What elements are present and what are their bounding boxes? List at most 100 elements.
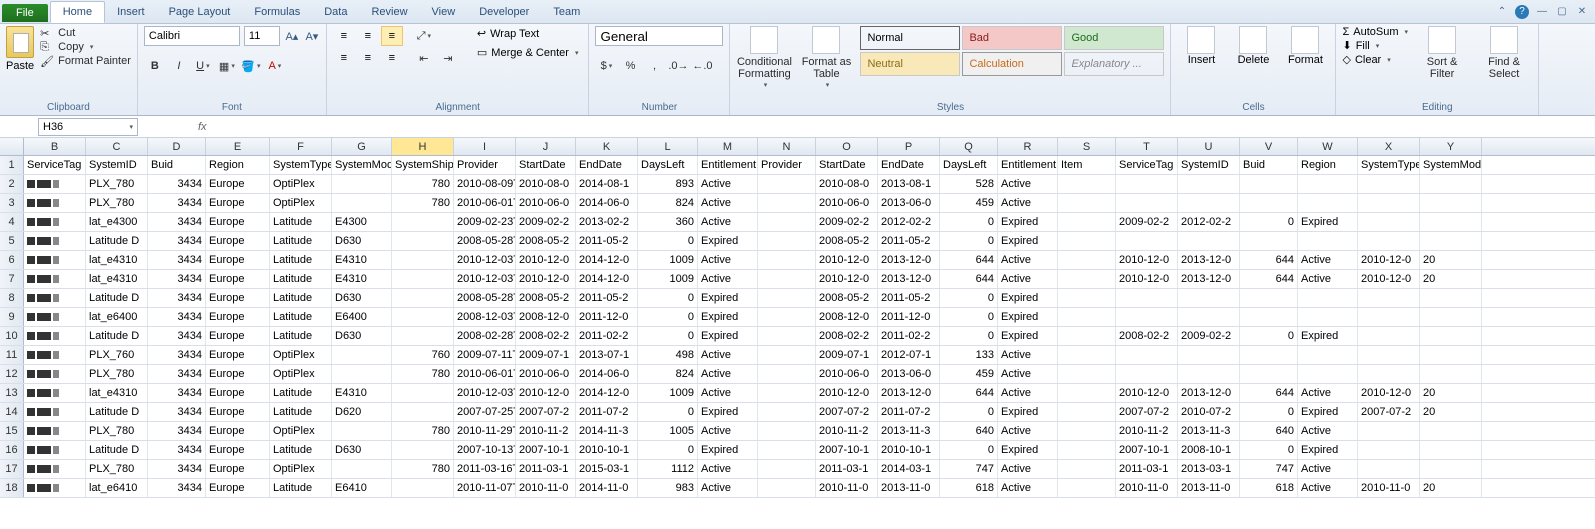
cell[interactable]: PLX_780 (86, 194, 148, 212)
percent-button[interactable]: % (619, 56, 641, 76)
cell[interactable]: Active (698, 251, 758, 269)
column-header-U[interactable]: U (1178, 138, 1240, 155)
cell[interactable]: 3434 (148, 270, 206, 288)
cell[interactable]: 2007-07-2 (816, 403, 878, 421)
cell[interactable]: 2010-06-0 (816, 194, 878, 212)
cell[interactable]: OptiPlex (270, 365, 332, 383)
header-cell[interactable]: EndDate (878, 156, 940, 174)
cell[interactable] (758, 175, 816, 193)
cell[interactable]: 2007-10-1 (816, 441, 878, 459)
cell[interactable] (1058, 232, 1116, 250)
cell[interactable] (1178, 175, 1240, 193)
cell[interactable]: 2010-12-03T18:00:00 (454, 251, 516, 269)
cell[interactable] (1058, 403, 1116, 421)
cell[interactable]: 0 (940, 327, 998, 345)
cell[interactable]: 2009-02-2 (516, 213, 576, 231)
italic-button[interactable]: I (168, 56, 190, 76)
tab-formulas[interactable]: Formulas (242, 2, 312, 22)
align-right-button[interactable]: ≡ (381, 48, 403, 68)
cell[interactable]: 2014-12-0 (576, 270, 638, 288)
column-header-T[interactable]: T (1116, 138, 1178, 155)
cell[interactable]: 459 (940, 365, 998, 383)
column-header-C[interactable]: C (86, 138, 148, 155)
cell[interactable]: 0 (940, 213, 998, 231)
cell[interactable] (1420, 422, 1482, 440)
row-header[interactable]: 3 (0, 194, 24, 212)
cell[interactable]: 0 (638, 327, 698, 345)
cell[interactable]: E4300 (332, 213, 392, 231)
cell[interactable]: 780 (392, 422, 454, 440)
wrap-text-button[interactable]: ↩Wrap Text (473, 26, 583, 41)
align-middle-button[interactable]: ≡ (357, 26, 379, 46)
cell[interactable] (1358, 460, 1420, 478)
cell[interactable]: 618 (940, 479, 998, 497)
column-header-E[interactable]: E (206, 138, 270, 155)
cell[interactable]: 644 (1240, 251, 1298, 269)
cell[interactable]: Expired (698, 441, 758, 459)
cell[interactable]: Active (698, 194, 758, 212)
cell[interactable] (332, 175, 392, 193)
style-neutral[interactable]: Neutral (860, 52, 960, 76)
cell[interactable]: 644 (940, 251, 998, 269)
cell[interactable]: 2008-02-2 (816, 327, 878, 345)
header-cell[interactable]: Provider (758, 156, 816, 174)
cell[interactable] (1178, 308, 1240, 326)
cell[interactable]: 3434 (148, 403, 206, 421)
cell[interactable] (24, 441, 86, 459)
cell[interactable] (1058, 365, 1116, 383)
cell[interactable] (24, 479, 86, 497)
cell[interactable]: 893 (638, 175, 698, 193)
column-header-N[interactable]: N (758, 138, 816, 155)
cell[interactable]: 760 (392, 346, 454, 364)
cell[interactable]: Active (698, 460, 758, 478)
cell[interactable]: 824 (638, 365, 698, 383)
column-header-G[interactable]: G (332, 138, 392, 155)
cell[interactable]: lat_e4300 (86, 213, 148, 231)
tab-data[interactable]: Data (312, 2, 359, 22)
cell[interactable]: 2010-12-0 (1116, 270, 1178, 288)
comma-button[interactable]: , (643, 56, 665, 76)
cell[interactable]: 2010-12-0 (816, 251, 878, 269)
cell[interactable]: 1005 (638, 422, 698, 440)
style-normal[interactable]: Normal (860, 26, 960, 50)
cell[interactable]: 2013-11-3 (1178, 422, 1240, 440)
cell[interactable]: Expired (998, 327, 1058, 345)
cell[interactable] (758, 232, 816, 250)
cell[interactable]: 1112 (638, 460, 698, 478)
cell[interactable] (1058, 270, 1116, 288)
cell[interactable] (1240, 175, 1298, 193)
cell[interactable]: 2007-10-1 (516, 441, 576, 459)
cell[interactable] (392, 232, 454, 250)
shrink-font-button[interactable]: A▾ (304, 28, 320, 44)
cell[interactable]: E4310 (332, 251, 392, 269)
cell[interactable] (1358, 365, 1420, 383)
cell[interactable] (758, 441, 816, 459)
cell[interactable]: 2012-02-2 (1178, 213, 1240, 231)
cell[interactable]: 3434 (148, 441, 206, 459)
column-header-Y[interactable]: Y (1420, 138, 1482, 155)
cell[interactable]: Latitude (270, 308, 332, 326)
cell[interactable] (392, 441, 454, 459)
cell[interactable]: 747 (940, 460, 998, 478)
cell[interactable]: Expired (698, 308, 758, 326)
cell[interactable]: 2007-10-1 (1116, 441, 1178, 459)
cell[interactable]: Active (998, 346, 1058, 364)
cell[interactable] (1058, 384, 1116, 402)
cell[interactable]: 2009-07-1 (816, 346, 878, 364)
cell[interactable] (332, 346, 392, 364)
cell[interactable]: E4310 (332, 270, 392, 288)
cell[interactable]: 2011-03-16T19:00:00 (454, 460, 516, 478)
cell[interactable] (24, 460, 86, 478)
number-format-select[interactable] (595, 26, 723, 46)
help-icon[interactable]: ? (1515, 5, 1529, 19)
cell[interactable] (1058, 460, 1116, 478)
cell[interactable] (1240, 365, 1298, 383)
row-header[interactable]: 6 (0, 251, 24, 269)
row-header[interactable]: 16 (0, 441, 24, 459)
cell[interactable]: 0 (1240, 327, 1298, 345)
cell[interactable]: Europe (206, 232, 270, 250)
cell[interactable]: 0 (638, 441, 698, 459)
cell[interactable]: 2010-06-0 (516, 365, 576, 383)
cell[interactable]: 2010-12-0 (1116, 251, 1178, 269)
cell[interactable]: 0 (940, 308, 998, 326)
